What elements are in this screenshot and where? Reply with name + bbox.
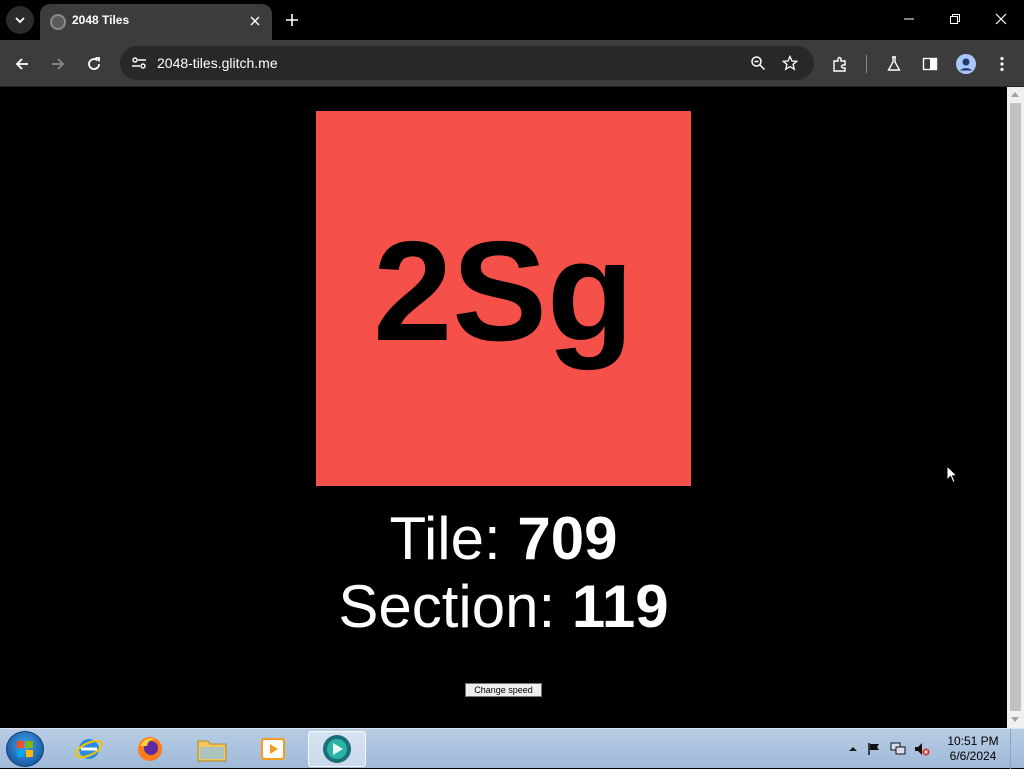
tile: 2Sg — [316, 111, 691, 486]
tab-search-button[interactable] — [6, 6, 34, 34]
minimize-button[interactable] — [894, 4, 924, 34]
globe-icon — [50, 14, 66, 30]
clock-date: 6/6/2024 — [949, 749, 997, 763]
profile-icon — [956, 54, 976, 74]
scroll-up-arrow[interactable] — [1011, 92, 1019, 97]
sidepanel-icon — [922, 57, 938, 71]
taskbar-app-ie[interactable] — [62, 731, 116, 767]
firefox-icon — [138, 737, 162, 761]
taskbar-app-active[interactable] — [308, 731, 366, 767]
file-explorer-icon — [197, 740, 227, 762]
site-info-icon — [132, 57, 146, 69]
zoom-button[interactable] — [746, 51, 770, 75]
network-button[interactable] — [890, 741, 906, 757]
bookmark-button[interactable] — [778, 51, 802, 75]
extensions-button[interactable] — [826, 50, 854, 78]
taskbar-app-explorer[interactable] — [185, 731, 239, 767]
page-viewport: 2Sg Tile: 709 Section: 119 Change speed — [0, 87, 1007, 728]
browser-toolbar: 2048-tiles.glitch.me — [0, 40, 1024, 87]
site-info-button[interactable] — [128, 53, 150, 73]
start-button[interactable] — [6, 731, 44, 767]
action-center-button[interactable] — [866, 741, 882, 757]
menu-button[interactable] — [988, 50, 1016, 78]
zoom-icon — [751, 56, 766, 71]
tray-expand-button[interactable] — [845, 741, 861, 757]
new-tab-button[interactable] — [280, 8, 304, 32]
show-desktop-button[interactable] — [1010, 729, 1024, 769]
forward-icon — [52, 58, 65, 70]
star-icon — [782, 55, 798, 71]
back-button[interactable] — [8, 50, 36, 78]
media-player-icon — [261, 738, 285, 760]
close-window-button[interactable] — [986, 4, 1016, 34]
tab-title: 2048 Tiles — [72, 13, 130, 27]
extensions-icon — [833, 56, 846, 72]
taskbar-clock[interactable]: 10:51 PM 6/6/2024 — [940, 734, 1006, 764]
scroll-thumb[interactable] — [1010, 103, 1021, 711]
restore-icon — [950, 14, 960, 24]
chevron-up-icon — [849, 747, 857, 751]
scroll-down-arrow[interactable] — [1011, 717, 1019, 722]
toolbar-divider — [866, 55, 867, 73]
flag-icon — [868, 743, 879, 755]
back-icon — [15, 58, 28, 70]
forward-button[interactable] — [44, 50, 72, 78]
close-icon — [250, 16, 260, 26]
restore-button[interactable] — [940, 4, 970, 34]
taskbar-app-firefox[interactable] — [123, 731, 177, 767]
profile-button[interactable] — [952, 50, 980, 78]
clock-time: 10:51 PM — [947, 734, 999, 748]
tile-text: 2Sg — [373, 211, 634, 371]
address-bar[interactable]: 2048-tiles.glitch.me — [120, 46, 814, 80]
tile-number: 709 — [517, 505, 618, 572]
internet-explorer-icon — [75, 739, 103, 759]
active-app-icon — [323, 735, 351, 763]
labs-button[interactable] — [880, 50, 908, 78]
side-panel-button[interactable] — [916, 50, 944, 78]
browser-tab[interactable]: 2048 Tiles — [40, 4, 272, 40]
reload-button[interactable] — [80, 50, 108, 78]
volume-button[interactable] — [914, 741, 930, 757]
section-label: Section: — [338, 573, 556, 640]
plus-icon — [286, 14, 298, 26]
windows-logo-icon — [17, 741, 33, 757]
url-text: 2048-tiles.glitch.me — [157, 55, 278, 71]
menu-icon — [1000, 56, 1004, 72]
taskbar-app-media[interactable] — [246, 731, 300, 767]
tile-label: Tile: — [389, 505, 501, 572]
labs-icon — [887, 56, 901, 71]
reload-icon — [88, 57, 100, 70]
mouse-cursor-icon — [946, 465, 958, 484]
chevron-down-icon — [15, 17, 25, 24]
volume-muted-icon — [915, 743, 930, 756]
vertical-scrollbar[interactable] — [1007, 87, 1024, 728]
minimize-icon — [904, 18, 914, 20]
change-speed-button[interactable]: Change speed — [465, 683, 542, 697]
network-icon — [890, 742, 906, 755]
close-icon — [995, 13, 1007, 25]
section-info: Section: 119 — [0, 577, 1007, 637]
tab-close-button[interactable] — [246, 12, 264, 30]
taskbar: 10:51 PM 6/6/2024 — [0, 728, 1024, 769]
section-number: 119 — [571, 573, 669, 640]
tile-info: Tile: 709 — [0, 509, 1007, 569]
tab-strip: 2048 Tiles — [0, 0, 1024, 40]
